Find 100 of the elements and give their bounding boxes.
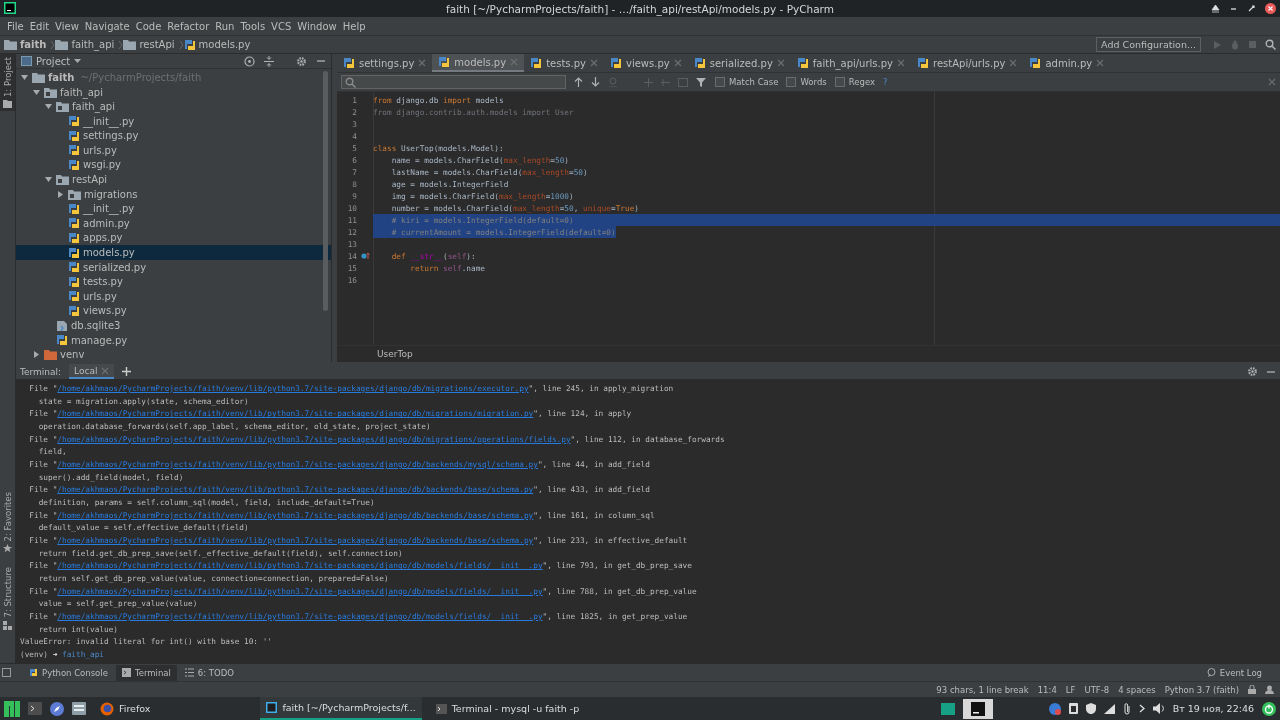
editor-tab[interactable]: serialized.py — [687, 54, 791, 72]
clipboard-icon[interactable] — [1068, 703, 1078, 714]
tree-item[interactable]: manage.py — [16, 332, 331, 348]
taskbar-task[interactable]: Terminal - mysql -u faith -p — [429, 697, 586, 720]
tool-window-tab[interactable]: 7: Structure — [0, 564, 15, 633]
checkbox[interactable] — [715, 77, 725, 87]
search-field[interactable] — [341, 75, 566, 89]
tree-item[interactable]: tests.py — [16, 274, 331, 290]
menu-item[interactable]: Tools — [237, 20, 269, 32]
panel-selector[interactable]: Project — [36, 55, 82, 67]
notification-icon[interactable] — [1048, 702, 1061, 715]
status-item[interactable]: 93 chars, 1 line break — [936, 684, 1029, 695]
expand-arrow-icon[interactable] — [33, 88, 40, 96]
clock[interactable]: Вт 19 ноя, 22:46 — [1172, 703, 1254, 714]
window-thumbnail-icon[interactable] — [962, 698, 993, 719]
close-window-icon[interactable] — [1265, 3, 1276, 14]
speaker-icon[interactable] — [1152, 703, 1165, 714]
checkbox[interactable] — [834, 77, 845, 87]
shield-icon[interactable] — [1085, 703, 1096, 714]
app-menu-icon[interactable] — [4, 700, 20, 717]
tree-item[interactable]: serialized.py — [16, 259, 331, 275]
tool-window-tab[interactable]: 1: Project — [0, 54, 15, 112]
editor-tab[interactable]: views.py — [604, 54, 688, 72]
menu-item[interactable]: Code — [132, 20, 165, 32]
tool-window-tab[interactable]: 2: Favorites — [0, 489, 15, 557]
editor-tab[interactable]: admin.py — [1023, 54, 1111, 72]
tree-item[interactable]: faith_api — [16, 99, 331, 114]
status-item[interactable]: UTF-8 — [1084, 684, 1110, 695]
menu-item[interactable]: Run — [212, 20, 238, 32]
layout-icon[interactable] — [2, 668, 11, 677]
status-item[interactable]: 11:4 — [1037, 684, 1057, 695]
menu-item[interactable]: Navigate — [81, 20, 133, 32]
status-item[interactable]: 4 spaces — [1118, 684, 1156, 695]
down-arrow-icon[interactable] — [591, 77, 600, 87]
tree-item[interactable]: apps.py — [16, 230, 331, 246]
search-icon[interactable] — [1265, 39, 1276, 50]
lock-icon[interactable] — [1248, 685, 1256, 694]
expand-arrow-icon[interactable] — [57, 190, 64, 198]
power-icon[interactable] — [1262, 701, 1276, 716]
taskbar-task[interactable]: faith [~/PycharmProjects/f... — [260, 697, 422, 720]
help-link[interactable]: ? — [883, 77, 888, 87]
menu-item[interactable]: Refactor — [164, 20, 213, 32]
taskbar-launcher[interactable]: Firefox — [94, 697, 157, 720]
tree-item[interactable]: settings.py — [16, 128, 331, 144]
expand-arrow-icon[interactable] — [33, 351, 40, 359]
compass-icon[interactable] — [50, 701, 64, 716]
tree-item[interactable]: restApi — [16, 172, 331, 187]
tool-window-button[interactable]: Python Console — [23, 664, 114, 681]
breadcrumb-item[interactable]: faith_api — [55, 39, 119, 50]
tree-item[interactable]: admin.py — [16, 216, 331, 231]
editor-tab[interactable]: tests.py — [524, 54, 604, 72]
expand-arrow-icon[interactable] — [45, 103, 52, 111]
menu-item[interactable]: Edit — [26, 20, 53, 32]
maximize-window-icon[interactable] — [1247, 4, 1256, 13]
app-icon[interactable] — [940, 702, 955, 715]
breadcrumb-item[interactable]: faith — [4, 39, 51, 50]
locate-icon[interactable] — [244, 55, 255, 67]
menu-item[interactable]: VCS — [268, 20, 295, 32]
status-item[interactable]: LF — [1065, 684, 1076, 695]
add-configuration-button[interactable]: Add Configuration... — [1096, 37, 1201, 52]
inspector-icon[interactable] — [1265, 685, 1274, 694]
event-log-button[interactable]: Event Log — [1200, 664, 1268, 681]
eject-icon[interactable] — [1211, 4, 1220, 13]
editor-tab[interactable]: models.py — [432, 54, 525, 72]
settings-icon[interactable] — [1247, 366, 1258, 377]
file-manager-icon[interactable] — [72, 702, 86, 715]
tree-item[interactable]: migrations — [16, 186, 331, 202]
menu-item[interactable]: File — [4, 20, 27, 32]
tool-window-button[interactable]: Terminal — [115, 664, 177, 681]
filter-icon[interactable] — [696, 76, 707, 88]
up-arrow-icon[interactable] — [574, 77, 583, 87]
tree-item[interactable]: urls.py — [16, 143, 331, 158]
editor-tab[interactable]: restApi/urls.py — [911, 54, 1024, 72]
paperclip-icon[interactable] — [1122, 702, 1131, 715]
scrollbar[interactable] — [323, 71, 328, 312]
tree-item[interactable]: wsgi.py — [16, 157, 331, 173]
tree-item[interactable]: models.py — [16, 245, 331, 260]
menu-item[interactable]: View — [52, 20, 82, 32]
network-icon[interactable] — [1103, 703, 1115, 714]
breadcrumb-item[interactable]: restApi — [123, 39, 179, 50]
expand-arrow-icon[interactable] — [21, 73, 28, 81]
tree-item[interactable]: views.py — [16, 303, 331, 319]
collapse-icon[interactable] — [264, 55, 274, 67]
breadcrumb-item[interactable]: UserTop — [377, 349, 413, 359]
menu-item[interactable]: Help — [339, 20, 369, 32]
terminal-icon[interactable] — [28, 702, 42, 715]
tree-item[interactable]: venv — [16, 347, 331, 362]
menu-item[interactable]: Window — [294, 20, 340, 32]
chevron-icon[interactable] — [1138, 704, 1145, 713]
tree-item[interactable]: faith_api — [16, 84, 331, 100]
add-icon[interactable] — [122, 367, 132, 376]
tool-window-button[interactable]: 6: TODO — [178, 664, 240, 681]
tree-item[interactable]: __init__.py — [16, 201, 331, 217]
expand-arrow-icon[interactable] — [45, 176, 52, 184]
tree-item[interactable]: urls.py — [16, 289, 331, 304]
checkbox[interactable] — [786, 77, 797, 87]
editor-tab[interactable]: faith_api/urls.py — [790, 54, 911, 72]
search-icon[interactable] — [345, 76, 356, 88]
terminal-tab[interactable]: Local — [69, 364, 115, 379]
editor-tab[interactable]: settings.py — [337, 54, 433, 72]
